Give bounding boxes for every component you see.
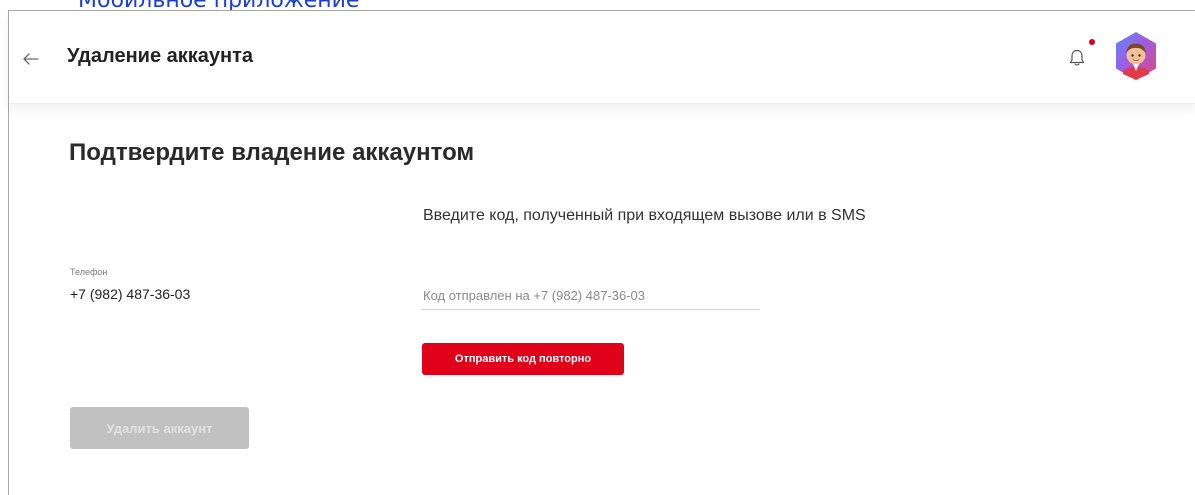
code-input[interactable] — [422, 281, 760, 310]
page: Мобильное приложение Удаление аккаунта П… — [0, 0, 1195, 495]
back-button[interactable] — [19, 47, 43, 71]
phone-value: +7 (982) 487-36-03 — [70, 286, 191, 302]
delete-account-button[interactable]: Удалить аккаунт — [70, 407, 249, 449]
arrow-left-icon — [23, 53, 39, 65]
header: Удаление аккаунта — [9, 11, 1195, 104]
bell-icon[interactable] — [1066, 47, 1088, 69]
avatar-icon[interactable] — [1114, 31, 1158, 81]
phone-label: Телефон — [70, 267, 108, 277]
confirm-heading: Подтвердите владение аккаунтом — [69, 139, 475, 166]
notification-dot — [1089, 39, 1095, 45]
page-title: Удаление аккаунта — [67, 45, 254, 67]
resend-code-button[interactable]: Отправить код повторно — [422, 343, 624, 375]
code-instruction: Введите код, полученный при входящем выз… — [423, 207, 866, 224]
app-frame: Удаление аккаунта Подтвердите владение а… — [8, 10, 1195, 495]
